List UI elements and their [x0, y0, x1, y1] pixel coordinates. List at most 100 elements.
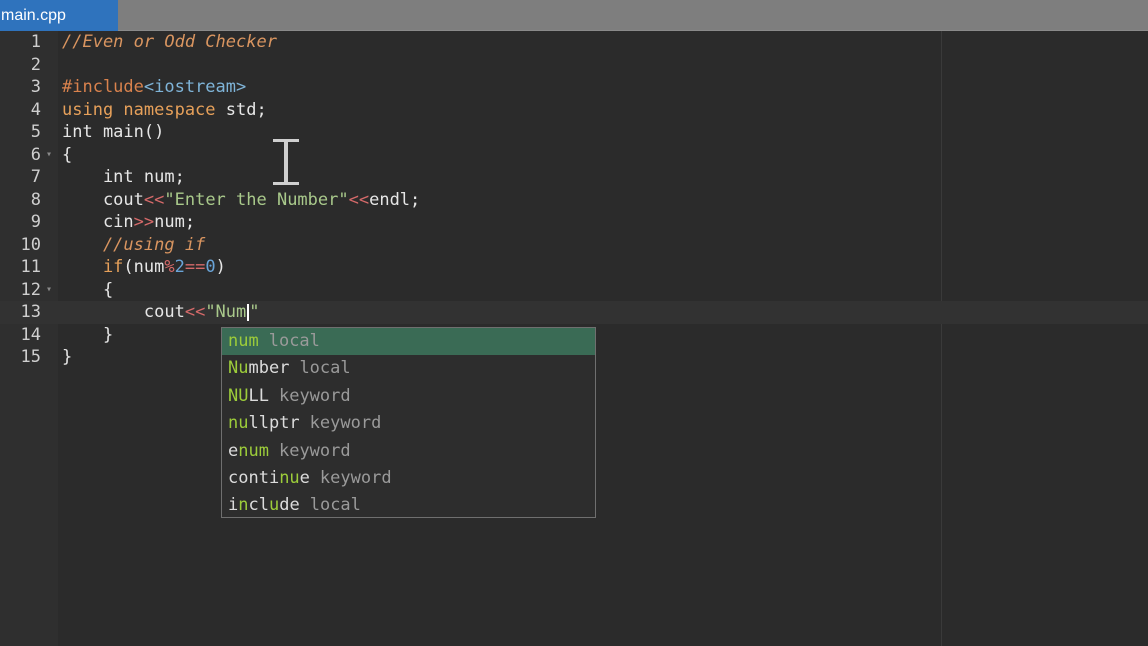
code-line[interactable]: 13 cout<<"Num " — [0, 301, 1148, 324]
code-token: endl; — [369, 189, 421, 210]
match-highlight: NU — [228, 385, 249, 406]
code-line[interactable]: 9 cin>>num; — [0, 211, 1148, 234]
match-highlight: num — [228, 331, 259, 351]
code-text: } — [62, 346, 72, 368]
line-number: 2 — [30, 54, 41, 75]
suggestion-kind: keyword — [278, 385, 351, 406]
code-token: #include — [62, 77, 144, 97]
code-token: cout — [62, 189, 144, 210]
line-number: 14 — [20, 324, 41, 345]
autocomplete-item[interactable]: include local — [222, 492, 595, 519]
autocomplete-item[interactable]: continue keyword — [222, 465, 595, 492]
suggestion-kind: keyword — [309, 413, 382, 434]
code-token: num; — [154, 212, 196, 232]
suggestion-text: e — [228, 440, 239, 461]
code-line[interactable]: 5 int main() — [0, 121, 1148, 144]
line-number: 12 — [20, 279, 41, 300]
tab-main-cpp[interactable]: main.cpp — [0, 0, 118, 31]
code-token: if — [62, 257, 124, 277]
suggestion-text: e — [299, 467, 310, 488]
code-token: << — [184, 302, 206, 322]
suggestion-text: mber — [248, 358, 290, 379]
suggestion-text: conti — [228, 467, 280, 488]
code-line[interactable]: 10 //using if — [0, 234, 1148, 257]
match-highlight: nu — [279, 467, 300, 488]
line-number: 7 — [30, 167, 41, 187]
line-number: 1 — [30, 32, 41, 52]
code-token: //Even or Odd Checker — [62, 32, 277, 52]
line-number: 3 — [30, 77, 41, 97]
code-token: int main() — [62, 122, 165, 142]
autocomplete-item[interactable]: Number local — [222, 355, 595, 382]
code-token: int num; — [62, 167, 185, 187]
code-text: using namespace std; — [62, 99, 267, 121]
suggestion-kind: keyword — [278, 440, 351, 461]
line-number: 5 — [30, 122, 41, 142]
code-token: } — [62, 324, 114, 345]
code-text: cout<<"Num " — [62, 301, 260, 323]
line-number: 4 — [30, 99, 41, 120]
code-token: <iostream> — [143, 77, 247, 97]
code-line[interactable]: 7 int num; — [0, 166, 1148, 189]
code-token: { — [62, 279, 114, 300]
line-number: 10 — [20, 234, 41, 255]
code-line[interactable]: 2 — [0, 54, 1148, 77]
code-line[interactable]: 11 if(num%2==0) — [0, 256, 1148, 279]
code-text: cin>>num; — [62, 211, 195, 233]
code-token: 2 — [174, 257, 185, 277]
suggestion-kind: local — [309, 495, 361, 516]
code-line[interactable]: 3 #include<iostream> — [0, 76, 1148, 99]
code-token: "Enter the Number" — [164, 189, 349, 210]
match-highlight: nu — [228, 413, 249, 434]
code-token: << — [348, 189, 370, 210]
line-number: 13 — [20, 302, 41, 322]
tab-bar: main.cpp — [0, 0, 1148, 31]
autocomplete-item[interactable]: nullptr keyword — [222, 410, 595, 437]
code-token: cout — [62, 302, 185, 322]
code-token: using namespace — [62, 99, 216, 120]
code-token: std; — [215, 99, 267, 120]
code-line[interactable]: 1 //Even or Odd Checker — [0, 31, 1148, 54]
line-number: 6 — [30, 144, 41, 165]
line-number: 9 — [30, 212, 41, 232]
line-number: 8 — [30, 189, 41, 210]
suggestion-text: cl — [248, 495, 269, 516]
code-text: { — [62, 144, 72, 166]
suggestion-kind: local — [268, 331, 320, 351]
line-number: 11 — [20, 257, 41, 277]
code-token: cin — [62, 212, 134, 232]
line-number: 15 — [20, 347, 41, 367]
code-line[interactable]: 8 cout<<"Enter the Number"<<endl; — [0, 189, 1148, 212]
code-text: if(num%2==0) — [62, 256, 226, 278]
code-token: " — [249, 302, 260, 322]
suggestion-text: i — [228, 495, 239, 516]
code-text: } — [62, 324, 113, 346]
suggestion-text: llptr — [248, 413, 300, 434]
code-token: (num — [123, 257, 165, 277]
suggestion-text: LL — [248, 385, 269, 406]
code-token: % — [164, 257, 175, 277]
code-text: cout<<"Enter the Number"<<endl; — [62, 189, 420, 211]
suggestion-kind: keyword — [319, 467, 392, 488]
code-text: int main() — [62, 121, 164, 143]
autocomplete-popup[interactable]: num local Number local NULL keyword nullptr key… — [221, 327, 596, 518]
match-highlight: u — [268, 495, 280, 516]
text-cursor-ibeam-icon — [273, 139, 299, 185]
match-highlight: Nu — [228, 358, 249, 379]
fold-arrow-icon[interactable]: ▾ — [46, 144, 52, 166]
code-token: << — [143, 189, 165, 210]
autocomplete-item[interactable]: num local — [222, 328, 595, 356]
suggestion-text: de — [279, 495, 300, 516]
code-text: int num; — [62, 166, 185, 188]
code-line[interactable]: 4 using namespace std; — [0, 99, 1148, 122]
code-line[interactable]: 6 ▾ { — [0, 144, 1148, 167]
code-text: #include<iostream> — [62, 76, 246, 98]
fold-arrow-icon[interactable]: ▾ — [46, 279, 52, 301]
code-line[interactable]: 12 ▾ { — [0, 279, 1148, 302]
code-text: //using if — [62, 234, 205, 256]
code-token: { — [62, 144, 73, 165]
autocomplete-item[interactable]: NULL keyword — [222, 383, 595, 410]
autocomplete-item[interactable]: enum keyword — [222, 438, 595, 465]
match-highlight: n — [238, 495, 249, 516]
code-token: //using if — [62, 234, 206, 255]
